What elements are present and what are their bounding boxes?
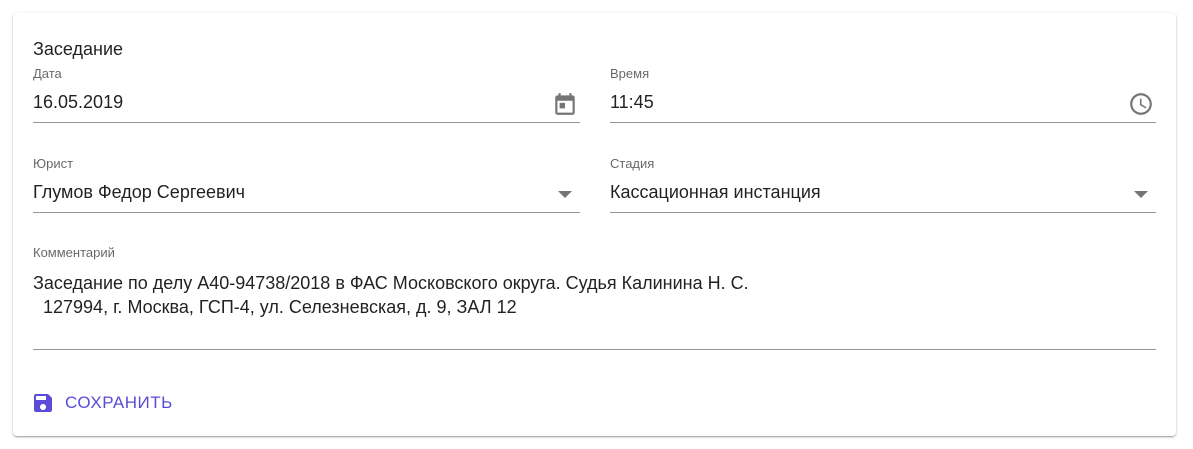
lawyer-select-underline xyxy=(33,212,580,213)
date-field-value[interactable]: 16.05.2019 xyxy=(33,91,123,113)
comment-textarea[interactable]: Заседание по делу А40-94738/2018 в ФАС М… xyxy=(33,271,749,319)
save-icon xyxy=(31,391,55,415)
session-card: Заседание Дата 16.05.2019 Время 11:45 Юр… xyxy=(13,13,1176,436)
comment-field[interactable]: Комментарий Заседание по делу А40-94738/… xyxy=(33,245,1156,351)
comment-field-underline xyxy=(33,349,1156,350)
lawyer-select-value[interactable]: Глумов Федор Сергеевич xyxy=(33,181,245,203)
date-field[interactable]: Дата 16.05.2019 xyxy=(33,66,580,124)
dropdown-arrow-icon[interactable] xyxy=(1134,191,1148,198)
calendar-icon[interactable] xyxy=(552,91,578,117)
stage-select-label: Стадия xyxy=(610,156,655,171)
save-button-label: СОХРАНИТЬ xyxy=(65,393,173,412)
date-field-underline xyxy=(33,122,580,123)
stage-select-underline xyxy=(610,212,1156,213)
clock-icon[interactable] xyxy=(1128,91,1154,117)
stage-select-value[interactable]: Кассационная инстанция xyxy=(610,181,821,203)
save-button[interactable]: СОХРАНИТЬ xyxy=(23,385,181,421)
stage-select[interactable]: Стадия Кассационная инстанция xyxy=(610,156,1156,214)
time-field-underline xyxy=(610,122,1156,123)
comment-field-label: Комментарий xyxy=(33,245,115,260)
time-field-value[interactable]: 11:45 xyxy=(610,91,654,113)
lawyer-select[interactable]: Юрист Глумов Федор Сергеевич xyxy=(33,156,580,214)
dropdown-arrow-icon[interactable] xyxy=(558,191,572,198)
lawyer-select-label: Юрист xyxy=(33,156,74,171)
time-field[interactable]: Время 11:45 xyxy=(610,66,1156,124)
time-field-label: Время xyxy=(610,66,650,81)
card-title: Заседание xyxy=(33,39,124,59)
date-field-label: Дата xyxy=(33,66,62,81)
